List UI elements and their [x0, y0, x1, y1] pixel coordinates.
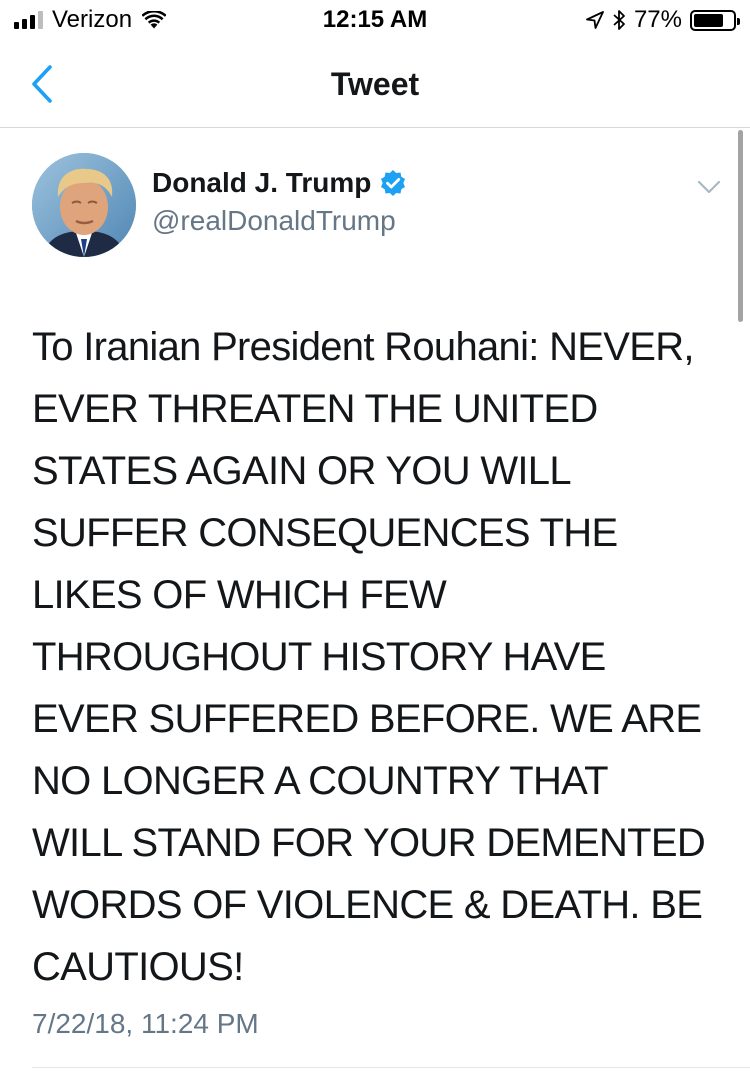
- divider: [32, 1067, 750, 1068]
- status-bar: Verizon 12:15 AM 77%: [0, 0, 750, 40]
- location-arrow-icon: [586, 11, 604, 29]
- battery-icon: [690, 9, 740, 31]
- avatar[interactable]: [32, 153, 136, 257]
- tweet-timestamp[interactable]: 7/22/18, 11:24 PM: [32, 1008, 259, 1040]
- bluetooth-icon: [613, 10, 625, 30]
- scrollbar[interactable]: [738, 130, 743, 322]
- chevron-down-icon: [697, 180, 721, 194]
- battery-level-fill: [694, 13, 723, 27]
- tweet-menu-button[interactable]: [692, 176, 726, 200]
- navigation-bar: Tweet: [0, 40, 750, 128]
- tweet-detail-screen: Verizon 12:15 AM 77% Tweet Donald J. Tru…: [0, 0, 750, 1077]
- verified-badge-icon: [381, 170, 406, 196]
- author-handle[interactable]: @realDonaldTrump: [152, 205, 396, 237]
- status-right: 77%: [586, 6, 740, 34]
- page-title: Tweet: [330, 66, 420, 102]
- author-display-name[interactable]: Donald J. Trump: [152, 167, 371, 199]
- battery-percent: 77%: [633, 6, 682, 33]
- profile-photo: [32, 153, 136, 257]
- tweet-text: To Iranian President Rouhani: NEVER, EVE…: [32, 325, 706, 989]
- author-name-row[interactable]: Donald J. Trump: [152, 167, 407, 199]
